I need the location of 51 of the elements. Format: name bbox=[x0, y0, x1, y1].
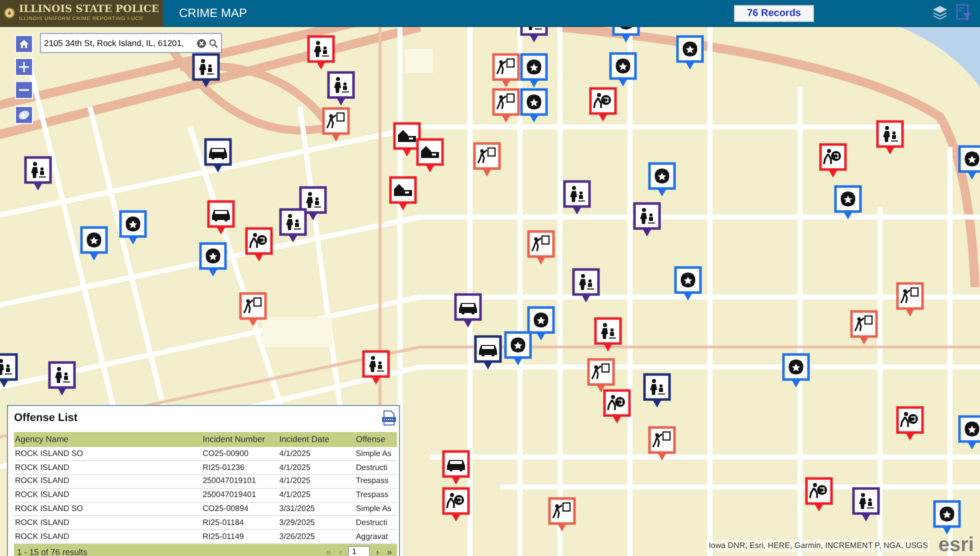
export-icon[interactable] bbox=[381, 410, 397, 426]
zoom-in-button[interactable] bbox=[15, 58, 33, 76]
table-cell: Trespass bbox=[354, 474, 397, 488]
clear-icon[interactable] bbox=[197, 38, 206, 48]
column-header[interactable]: Incident Date bbox=[278, 432, 355, 447]
table-cell: ROCK ISLAND SO bbox=[14, 447, 202, 461]
esri-logo: esri bbox=[938, 534, 974, 556]
records-button[interactable]: 76 Records bbox=[734, 4, 814, 22]
table-cell: ROCK ISLAND bbox=[14, 488, 202, 502]
table-cell: RI25-01184 bbox=[202, 516, 278, 530]
results-summary: 1 - 15 of 76 results bbox=[17, 546, 88, 556]
table-cell: 3/31/2025 bbox=[278, 502, 355, 516]
table-cell: Trespass bbox=[354, 488, 397, 502]
column-header[interactable]: Incident Number bbox=[202, 432, 278, 447]
column-header[interactable]: Offense bbox=[354, 432, 397, 447]
table-cell: 3/29/2025 bbox=[278, 516, 355, 530]
table-cell: CO25-00900 bbox=[202, 447, 278, 461]
table-cell: 4/1/2025 bbox=[278, 460, 355, 475]
table-cell: Simple As bbox=[354, 447, 397, 461]
table-cell: RI25-01236 bbox=[202, 460, 278, 475]
table-cell: 4/1/2025 bbox=[278, 488, 355, 502]
table-cell: 4/1/2025 bbox=[278, 447, 355, 461]
app-title: CRIME MAP bbox=[179, 5, 248, 22]
panel-title: Offense List bbox=[14, 410, 78, 426]
forward-page-button[interactable]: › bbox=[374, 547, 381, 556]
layers-icon[interactable] bbox=[932, 5, 948, 21]
zoom-out-button[interactable] bbox=[15, 81, 33, 99]
locate-icon bbox=[18, 110, 30, 120]
table-cell: Simple As bbox=[354, 502, 397, 516]
home-icon bbox=[19, 39, 29, 49]
table-cell: 250047019101 bbox=[202, 474, 278, 488]
forward-page-button[interactable]: » bbox=[384, 547, 394, 556]
column-header[interactable]: Agency Name bbox=[14, 432, 202, 447]
home-button[interactable] bbox=[15, 35, 33, 53]
page-input[interactable]: 1 bbox=[348, 546, 370, 556]
table-cell: 250047019401 bbox=[202, 488, 278, 502]
locate-button[interactable] bbox=[15, 106, 33, 124]
plus-icon bbox=[19, 62, 29, 72]
table-cell: 4/1/2025 bbox=[278, 474, 355, 488]
minus-icon bbox=[19, 89, 29, 91]
map-attribution: Iowa DNR, Esri, HERE, Garmin, INCREMENT P, NGA, USGS bbox=[706, 540, 930, 552]
table-cell: Destructi bbox=[354, 516, 397, 530]
table-cell: CO25-00894 bbox=[202, 502, 278, 516]
logo-title: ILLINOIS STATE POLICE bbox=[18, 4, 159, 16]
table-cell: ROCK ISLAND bbox=[14, 474, 202, 488]
table-cell: ROCK ISLAND bbox=[14, 516, 202, 530]
table-cell: Destructi bbox=[354, 460, 397, 475]
search-field[interactable]: 2105 34th St, Rock Island, IL, 61201, bbox=[40, 33, 222, 53]
table-cell: ROCK ISLAND bbox=[14, 460, 202, 475]
search-icon[interactable] bbox=[209, 38, 218, 48]
table-cell: ROCK ISLAND SO bbox=[14, 502, 202, 516]
